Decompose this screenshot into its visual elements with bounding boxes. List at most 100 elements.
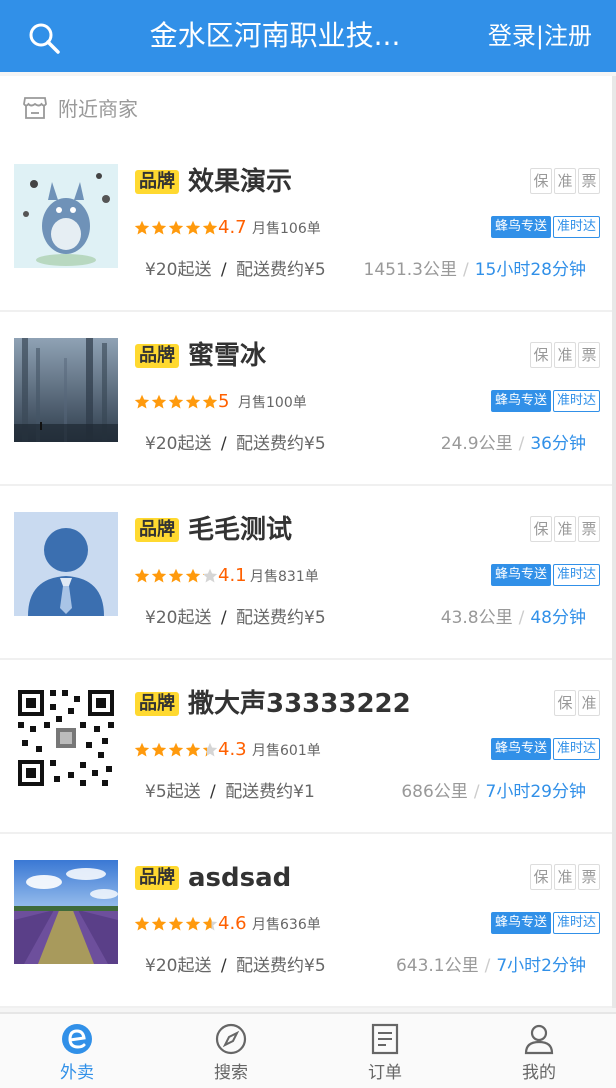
ontime-tag: 准 bbox=[554, 864, 576, 890]
tab-takeout[interactable]: 外卖 bbox=[0, 1014, 154, 1088]
star-icon bbox=[151, 220, 167, 235]
min-order: ¥20起送 bbox=[145, 260, 212, 280]
fengniao-badge: 蜂鸟专送 bbox=[490, 390, 551, 412]
monthly-sales: 月售601单 bbox=[252, 743, 321, 759]
distance-info: 43.8公里/48分钟 bbox=[441, 604, 586, 632]
delivery-fee: 配送费约¥5 bbox=[236, 608, 326, 628]
star-icon bbox=[185, 394, 201, 409]
fee-separator: / bbox=[220, 260, 227, 280]
shop-item[interactable]: 品牌 撒大声33333222 保 准 4.3 月售601单 蜂鸟专送 准时达 ¥… bbox=[0, 660, 612, 834]
service-tags: 保 准 bbox=[554, 690, 600, 716]
monthly-sales: 月售831单 bbox=[250, 569, 319, 585]
shop-item[interactable]: 品牌 蜜雪冰 保 准 票 5 月售100单 蜂鸟专送 准时达 ¥20起送 / 配… bbox=[0, 312, 612, 486]
search-button[interactable] bbox=[26, 20, 62, 56]
fengniao-badge: 蜂鸟专送 bbox=[490, 564, 551, 586]
min-order: ¥20起送 bbox=[145, 608, 212, 628]
distance-separator: / bbox=[484, 956, 491, 976]
tab-label: 外卖 bbox=[60, 1063, 94, 1083]
brand-badge: 品牌 bbox=[135, 170, 179, 194]
distance: 1451.3公里 bbox=[363, 260, 457, 280]
rating-value: 4.6 bbox=[218, 913, 247, 934]
service-tags: 保 准 票 bbox=[530, 342, 600, 368]
ontime-tag: 准 bbox=[554, 168, 576, 194]
delivery-badges: 蜂鸟专送 准时达 bbox=[490, 564, 600, 586]
shop-item[interactable]: 品牌 asdsad 保 准 票 4.6 月售636单 蜂鸟专送 准时达 ¥20起… bbox=[0, 834, 612, 1008]
star-icon bbox=[134, 394, 150, 409]
distance-info: 24.9公里/36分钟 bbox=[441, 430, 586, 458]
service-tags: 保 准 票 bbox=[530, 168, 600, 194]
distance: 24.9公里 bbox=[440, 434, 513, 454]
ontime-badge: 准时达 bbox=[552, 564, 600, 586]
distance: 43.8公里 bbox=[440, 608, 513, 628]
shop-icon bbox=[23, 97, 47, 119]
star-icon bbox=[185, 916, 201, 931]
ontime-badge: 准时达 bbox=[552, 390, 600, 412]
shop-name: 蜜雪冰 bbox=[188, 341, 267, 371]
distance: 643.1公里 bbox=[395, 956, 479, 976]
service-tags: 保 准 票 bbox=[530, 516, 600, 542]
tab-orders[interactable]: 订单 bbox=[308, 1014, 462, 1088]
fee-info: ¥20起送 / 配送费约¥5 bbox=[145, 604, 326, 632]
delivery-fee: 配送费约¥1 bbox=[225, 782, 315, 802]
guarantee-tag: 保 bbox=[530, 864, 552, 890]
rating-stars bbox=[134, 742, 218, 760]
distance-info: 1451.3公里 /15小时28分钟 bbox=[364, 256, 586, 284]
shop-image bbox=[14, 338, 118, 442]
takeout-icon bbox=[62, 1024, 92, 1054]
star-icon bbox=[202, 568, 218, 583]
star-icon bbox=[168, 394, 184, 409]
min-order: ¥5起送 bbox=[145, 782, 201, 802]
brand-badge: 品牌 bbox=[135, 518, 179, 542]
fee-separator: / bbox=[220, 434, 227, 454]
distance-info: 643.1公里/7小时2分钟 bbox=[396, 952, 586, 980]
star-icon bbox=[151, 394, 167, 409]
ontime-tag: 准 bbox=[554, 516, 576, 542]
monthly-sales: 月售100单 bbox=[238, 395, 307, 411]
brand-badge: 品牌 bbox=[135, 692, 179, 716]
tab-search[interactable]: 搜索 bbox=[154, 1014, 308, 1088]
shop-item[interactable]: 品牌 毛毛测试 保 准 票 4.1 月售831单 蜂鸟专送 准时达 ¥20起送 … bbox=[0, 486, 612, 660]
search-icon bbox=[29, 23, 60, 54]
delivery-fee: 配送费约¥5 bbox=[236, 260, 326, 280]
compass-icon bbox=[215, 1023, 247, 1055]
tab-label: 搜索 bbox=[214, 1063, 248, 1083]
rating-value: 4.1 bbox=[218, 565, 247, 586]
login-register-link[interactable]: 登录|注册 bbox=[488, 18, 592, 54]
monthly-sales: 月售636单 bbox=[252, 917, 321, 933]
star-icon bbox=[185, 568, 201, 583]
delivery-fee: 配送费约¥5 bbox=[236, 956, 326, 976]
rating-stars bbox=[134, 394, 218, 412]
shop-name: asdsad bbox=[188, 863, 292, 893]
delivery-time: 15小时28分钟 bbox=[474, 260, 586, 280]
star-icon bbox=[151, 916, 167, 931]
star-icon bbox=[168, 220, 184, 235]
ontime-tag: 准 bbox=[554, 342, 576, 368]
shop-name: 毛毛测试 bbox=[188, 515, 293, 545]
fee-info: ¥5起送 / 配送费约¥1 bbox=[145, 778, 315, 806]
rating-stars bbox=[134, 916, 218, 934]
rating-value: 4.3 bbox=[218, 739, 247, 760]
invoice-tag: 票 bbox=[578, 864, 600, 890]
star-icon bbox=[151, 742, 167, 757]
service-tags: 保 准 票 bbox=[530, 864, 600, 890]
delivery-fee: 配送费约¥5 bbox=[236, 434, 326, 454]
star-icon bbox=[185, 220, 201, 235]
delivery-badges: 蜂鸟专送 准时达 bbox=[490, 390, 600, 412]
fengniao-badge: 蜂鸟专送 bbox=[490, 216, 551, 238]
delivery-time: 7小时2分钟 bbox=[496, 956, 586, 976]
location-title[interactable]: 金水区河南职业技... bbox=[120, 18, 430, 54]
ontime-badge: 准时达 bbox=[552, 912, 600, 934]
top-header: 金水区河南职业技... 登录|注册 bbox=[0, 0, 616, 72]
tab-profile[interactable]: 我的 bbox=[462, 1014, 616, 1088]
shop-name: 效果演示 bbox=[188, 167, 293, 197]
shop-image bbox=[14, 512, 118, 616]
star-icon bbox=[185, 742, 201, 757]
shop-item[interactable]: 品牌 效果演示 保 准 票 4.7 月售106单 蜂鸟专送 准时达 ¥20起送 … bbox=[0, 138, 612, 312]
min-order: ¥20起送 bbox=[145, 956, 212, 976]
guarantee-tag: 保 bbox=[530, 342, 552, 368]
fee-info: ¥20起送 / 配送费约¥5 bbox=[145, 430, 326, 458]
distance-separator: / bbox=[473, 782, 480, 802]
distance-separator: / bbox=[463, 260, 469, 280]
brand-badge: 品牌 bbox=[135, 344, 179, 368]
star-icon bbox=[202, 220, 218, 235]
